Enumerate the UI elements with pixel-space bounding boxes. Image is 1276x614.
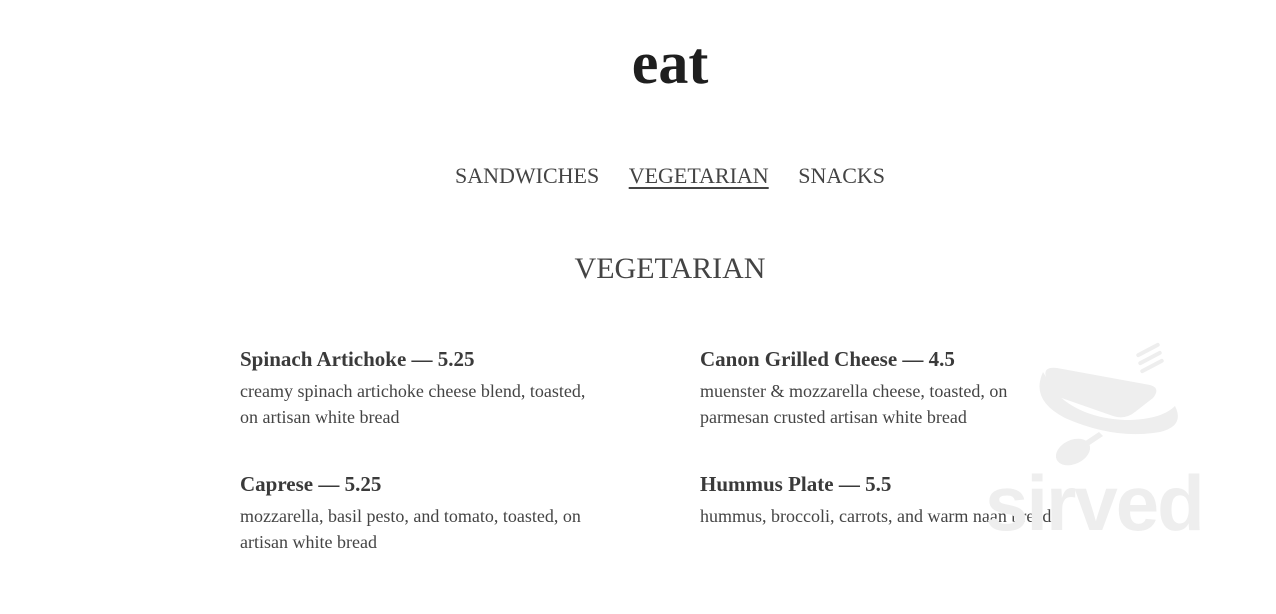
menu-item: Caprese — 5.25 mozzarella, basil pesto, …: [240, 471, 600, 555]
nav-item-snacks[interactable]: SNACKS: [798, 163, 885, 188]
category-nav: SANDWICHES VEGETARIAN SNACKS: [0, 162, 1276, 190]
menu-item-name: Spinach Artichoke — 5.25: [240, 347, 475, 371]
nav-item-vegetarian[interactable]: VEGETARIAN: [629, 163, 769, 188]
section-title: VEGETARIAN: [574, 252, 766, 285]
menu-item: Hummus Plate — 5.5 hummus, broccoli, car…: [700, 471, 1060, 529]
menu-item-description: mozzarella, basil pesto, and tomato, toa…: [240, 506, 581, 552]
menu-item: Canon Grilled Cheese — 4.5 muenster & mo…: [700, 346, 1060, 430]
nav-item-sandwiches[interactable]: SANDWICHES: [455, 163, 599, 188]
menu-item-name: Canon Grilled Cheese — 4.5: [700, 347, 955, 371]
menu-item-description: muenster & mozzarella cheese, toasted, o…: [700, 381, 1008, 427]
site-logo[interactable]: eat: [0, 30, 1276, 96]
menu-item: Spinach Artichoke — 5.25 creamy spinach …: [240, 346, 600, 430]
menu-item-name: Hummus Plate — 5.5: [700, 472, 892, 496]
menu-item-name: Caprese — 5.25: [240, 472, 382, 496]
menu-item-description: creamy spinach artichoke cheese blend, t…: [240, 381, 586, 427]
menu-item-description: hummus, broccoli, carrots, and warm naan…: [700, 506, 1052, 526]
